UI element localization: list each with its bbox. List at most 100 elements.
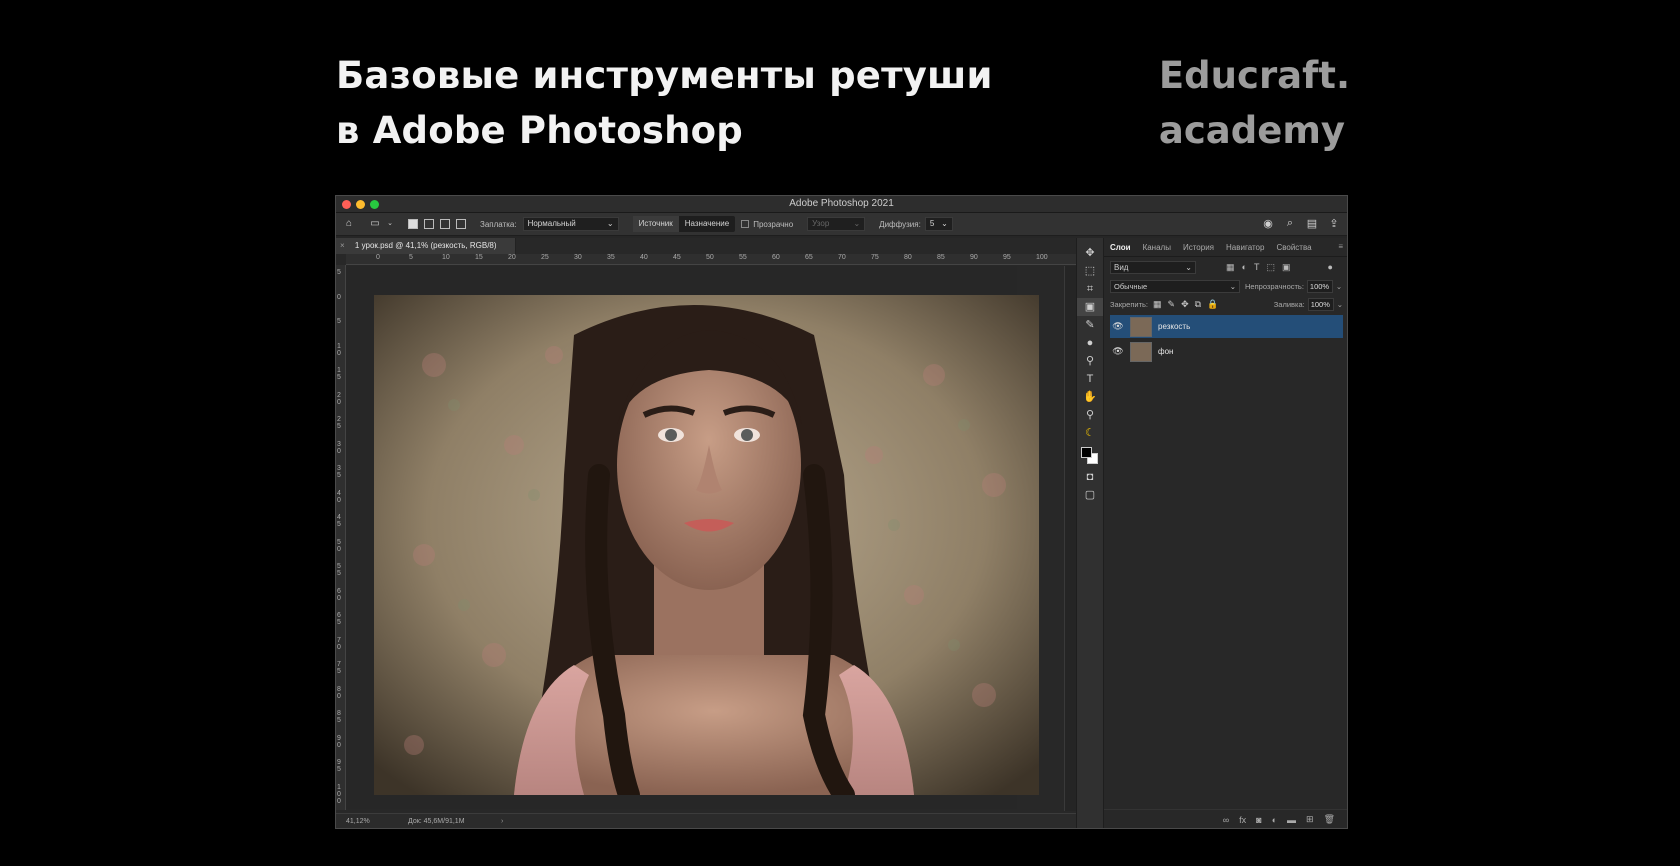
filter-toggle-icon[interactable]: ●	[1327, 262, 1332, 273]
ruler-tick-label: 10	[442, 254, 450, 261]
blend-mode-dropdown[interactable]: Обычные ⌄	[1110, 279, 1240, 293]
transparent-checkbox[interactable]	[741, 220, 750, 228]
chevron-down-icon[interactable]: ⌄	[1336, 282, 1342, 291]
fill-input[interactable]: 100%	[1307, 297, 1334, 311]
patch-tool-preset-icon[interactable]: ▭	[368, 217, 382, 231]
document-area: × 1 урок.psd @ 41,1% (резкость, RGB/8) 0…	[336, 238, 1076, 828]
blur-tool-icon[interactable]: ●	[1077, 334, 1103, 352]
patch-mode-dropdown[interactable]: Нормальный ⌄	[522, 217, 619, 231]
intersect-selection-icon[interactable]	[456, 219, 466, 229]
ruler-tick-label: 4 5	[337, 514, 341, 528]
share-icon[interactable]: ⇪	[1327, 217, 1341, 230]
chevron-down-icon[interactable]: ⌄	[386, 217, 394, 231]
status-bar: 41,12% Док: 45,6M/91,1M ›	[336, 813, 1076, 828]
ruler-tick-label: 7 0	[337, 636, 341, 651]
document-tab[interactable]: × 1 урок.psd @ 41,1% (резкость, RGB/8)	[336, 238, 516, 254]
delete-layer-icon[interactable]: 🗑	[1324, 814, 1335, 825]
chevron-down-icon[interactable]: ⌄	[1337, 300, 1343, 309]
layer-name[interactable]: фон	[1158, 347, 1173, 356]
zoom-tool-icon[interactable]: ⚲	[1077, 406, 1103, 424]
visibility-eye-icon[interactable]: 👁	[1110, 346, 1126, 357]
eyedropper-tool-icon[interactable]: ✎	[1077, 316, 1103, 334]
ruler-tick-label: 2 5	[337, 416, 341, 430]
filter-kind-dropdown[interactable]: Вид ⌄	[1110, 260, 1196, 274]
portrait-photo[interactable]	[374, 295, 1039, 795]
layer-name[interactable]: резкость	[1158, 322, 1190, 331]
layer-thumbnail[interactable]	[1130, 341, 1152, 362]
subtract-from-selection-icon[interactable]	[440, 219, 450, 229]
type-filter-icon[interactable]: T	[1254, 262, 1260, 273]
ruler-tick-label: 5 0	[337, 538, 341, 553]
zoom-level[interactable]: 41,12%	[346, 814, 370, 828]
ruler-tick-label: 3 5	[337, 465, 341, 479]
ruler-tick-label: 100	[1036, 254, 1048, 261]
ruler-tick-label: 95	[1003, 254, 1011, 261]
horizontal-ruler[interactable]: 0 5 10 15 20 25 30 35 40 45 50 55 60 65 70 75 80 85 90 95 10…	[346, 254, 1076, 265]
home-icon[interactable]: ⌂	[342, 217, 356, 231]
slide-title-line1: Базовые инструменты ретуши	[336, 54, 993, 97]
lock-transparency-icon[interactable]: ▦	[1153, 299, 1162, 310]
window-title: Adobe Photoshop 2021	[789, 198, 894, 209]
layer-filter-row: Вид ⌄ ▦ ◐ T ⬚ ▣ ●	[1104, 257, 1347, 277]
layer-style-icon[interactable]: fx	[1239, 815, 1246, 825]
layer-thumbnail[interactable]	[1130, 316, 1152, 337]
document-info[interactable]: Док: 45,6M/91,1M	[408, 814, 465, 828]
type-tool-icon[interactable]: T	[1077, 370, 1103, 388]
add-to-selection-icon[interactable]	[424, 219, 434, 229]
lock-all-icon[interactable]: 🔒	[1207, 299, 1218, 310]
foreground-color-swatch[interactable]	[1081, 447, 1092, 458]
banana-icon[interactable]: ☾	[1077, 424, 1103, 442]
search-icon[interactable]: ⌕	[1283, 217, 1297, 230]
marquee-tool-icon[interactable]: ⬚	[1077, 262, 1103, 280]
layer-row-background[interactable]: 👁 фон	[1110, 340, 1343, 363]
new-layer-icon[interactable]: ⊞	[1306, 814, 1314, 825]
source-button[interactable]: Источник	[632, 216, 679, 232]
link-layers-icon[interactable]: ∞	[1223, 815, 1229, 825]
lock-image-icon[interactable]: ✎	[1168, 299, 1176, 310]
options-bar: ⌂ ▭ ⌄ Заплатка: Нормальный ⌄ Источник На…	[336, 213, 1347, 236]
add-mask-icon[interactable]: ◙	[1256, 815, 1261, 825]
chevron-right-icon[interactable]: ›	[501, 814, 503, 828]
opacity-label: Непрозрачность:	[1245, 281, 1304, 291]
patch-tool-icon[interactable]: ▣	[1077, 298, 1103, 316]
crop-tool-icon[interactable]: ⌗	[1077, 280, 1103, 298]
lock-artboard-icon[interactable]: ⧉	[1195, 299, 1201, 310]
opacity-input[interactable]: 100%	[1306, 279, 1333, 293]
quick-mask-icon[interactable]: ◘	[1077, 468, 1103, 486]
ruler-tick-label: 70	[838, 254, 846, 261]
new-selection-icon[interactable]	[408, 219, 418, 229]
lock-row: Закрепить: ▦ ✎ ✥ ⧉ 🔒 Заливка: 100% ⌄	[1104, 295, 1347, 313]
chevron-down-icon: ⌄	[853, 219, 861, 228]
tab-layers[interactable]: Слои	[1110, 243, 1131, 252]
tab-properties[interactable]: Свойства	[1276, 243, 1311, 252]
new-group-icon[interactable]: ▬	[1287, 815, 1296, 825]
pixel-filter-icon[interactable]: ▦	[1226, 262, 1235, 273]
ruler-tick-label: 90	[970, 254, 978, 261]
tab-navigator[interactable]: Навигатор	[1226, 243, 1264, 252]
hand-tool-icon[interactable]: ✋	[1077, 388, 1103, 406]
panel-menu-icon[interactable]: ≡	[1338, 242, 1343, 251]
visibility-eye-icon[interactable]: 👁	[1110, 321, 1126, 332]
tab-history[interactable]: История	[1183, 243, 1214, 252]
workspace-icon[interactable]: ▤	[1305, 217, 1319, 230]
brand-line2: academy	[1158, 109, 1346, 152]
destination-button[interactable]: Назначение	[679, 216, 735, 232]
vertical-scrollbar[interactable]	[1064, 266, 1076, 811]
ruler-tick-label: 15	[475, 254, 483, 261]
lock-position-icon[interactable]: ✥	[1181, 299, 1189, 310]
shape-filter-icon[interactable]: ⬚	[1266, 262, 1275, 273]
move-tool-icon[interactable]: ✥	[1077, 244, 1103, 262]
layer-row-sharpness[interactable]: 👁 резкость	[1110, 315, 1343, 338]
ruler-tick-label: 2 0	[337, 391, 341, 406]
close-icon[interactable]: ×	[340, 241, 345, 250]
vertical-ruler[interactable]: 5 0 5 1 0 1 5 2 0 2 5 3 0 3 5 4 0 4 5 5 0 5 5 6 0 6 5 7…	[336, 265, 346, 810]
tab-channels[interactable]: Каналы	[1143, 243, 1171, 252]
screen-mode-icon[interactable]: ▢	[1077, 486, 1103, 504]
pattern-dropdown[interactable]: Узор ⌄	[807, 217, 866, 231]
adjustment-filter-icon[interactable]: ◐	[1242, 262, 1247, 273]
smart-object-filter-icon[interactable]: ▣	[1282, 262, 1291, 273]
adjustment-layer-icon[interactable]: ◐	[1272, 815, 1277, 825]
dodge-tool-icon[interactable]: ⚲	[1077, 352, 1103, 370]
account-icon[interactable]: ◉	[1261, 217, 1275, 230]
diffusion-dropdown[interactable]: 5 ⌄	[924, 217, 953, 231]
